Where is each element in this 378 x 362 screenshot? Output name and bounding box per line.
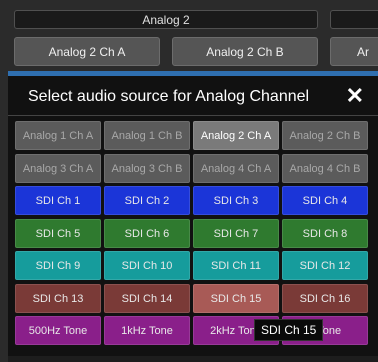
tooltip: SDI Ch 15	[254, 319, 324, 341]
source-button[interactable]: SDI Ch 9	[15, 251, 101, 280]
source-button[interactable]: SDI Ch 16	[282, 284, 368, 313]
channel-button-next[interactable]: Ar	[330, 37, 378, 66]
source-button[interactable]: Analog 1 Ch A	[15, 121, 101, 150]
source-button[interactable]: SDI Ch 10	[104, 251, 190, 280]
tab-analog-2[interactable]: Analog 2	[14, 10, 318, 29]
source-button[interactable]: Analog 3 Ch B	[104, 154, 190, 183]
source-button[interactable]: Analog 2 Ch B	[282, 121, 368, 150]
source-button[interactable]: SDI Ch 3	[193, 186, 279, 215]
channel-button-analog-2-ch-a[interactable]: Analog 2 Ch A	[14, 37, 160, 66]
source-select-dialog: Select audio source for Analog Channel ✕…	[8, 76, 378, 358]
channel-button-analog-2-ch-b[interactable]: Analog 2 Ch B	[172, 37, 318, 66]
bottom-bar	[8, 356, 378, 362]
dialog-divider	[8, 115, 378, 116]
close-icon[interactable]: ✕	[346, 82, 364, 110]
source-button[interactable]: Analog 3 Ch A	[15, 154, 101, 183]
source-button[interactable]: SDI Ch 6	[104, 219, 190, 248]
tab-next[interactable]	[330, 10, 378, 29]
source-button[interactable]: Analog 2 Ch A	[193, 121, 279, 150]
source-button[interactable]: SDI Ch 12	[282, 251, 368, 280]
source-button[interactable]: SDI Ch 13	[15, 284, 101, 313]
source-button[interactable]: Analog 1 Ch B	[104, 121, 190, 150]
source-button[interactable]: SDI Ch 4	[282, 186, 368, 215]
source-button[interactable]: SDI Ch 8	[282, 219, 368, 248]
source-button[interactable]: SDI Ch 11	[193, 251, 279, 280]
source-button[interactable]: 1kHz Tone	[104, 316, 190, 345]
dialog-title: Select audio source for Analog Channel	[28, 88, 310, 105]
source-button[interactable]: SDI Ch 7	[193, 219, 279, 248]
source-button[interactable]: SDI Ch 14	[104, 284, 190, 313]
source-button[interactable]: SDI Ch 15	[193, 284, 279, 313]
source-button[interactable]: SDI Ch 2	[104, 186, 190, 215]
source-button[interactable]: Analog 4 Ch A	[193, 154, 279, 183]
source-button[interactable]: 500Hz Tone	[15, 316, 101, 345]
source-button[interactable]: SDI Ch 5	[15, 219, 101, 248]
source-button[interactable]: SDI Ch 1	[15, 186, 101, 215]
source-button[interactable]: Analog 4 Ch B	[282, 154, 368, 183]
